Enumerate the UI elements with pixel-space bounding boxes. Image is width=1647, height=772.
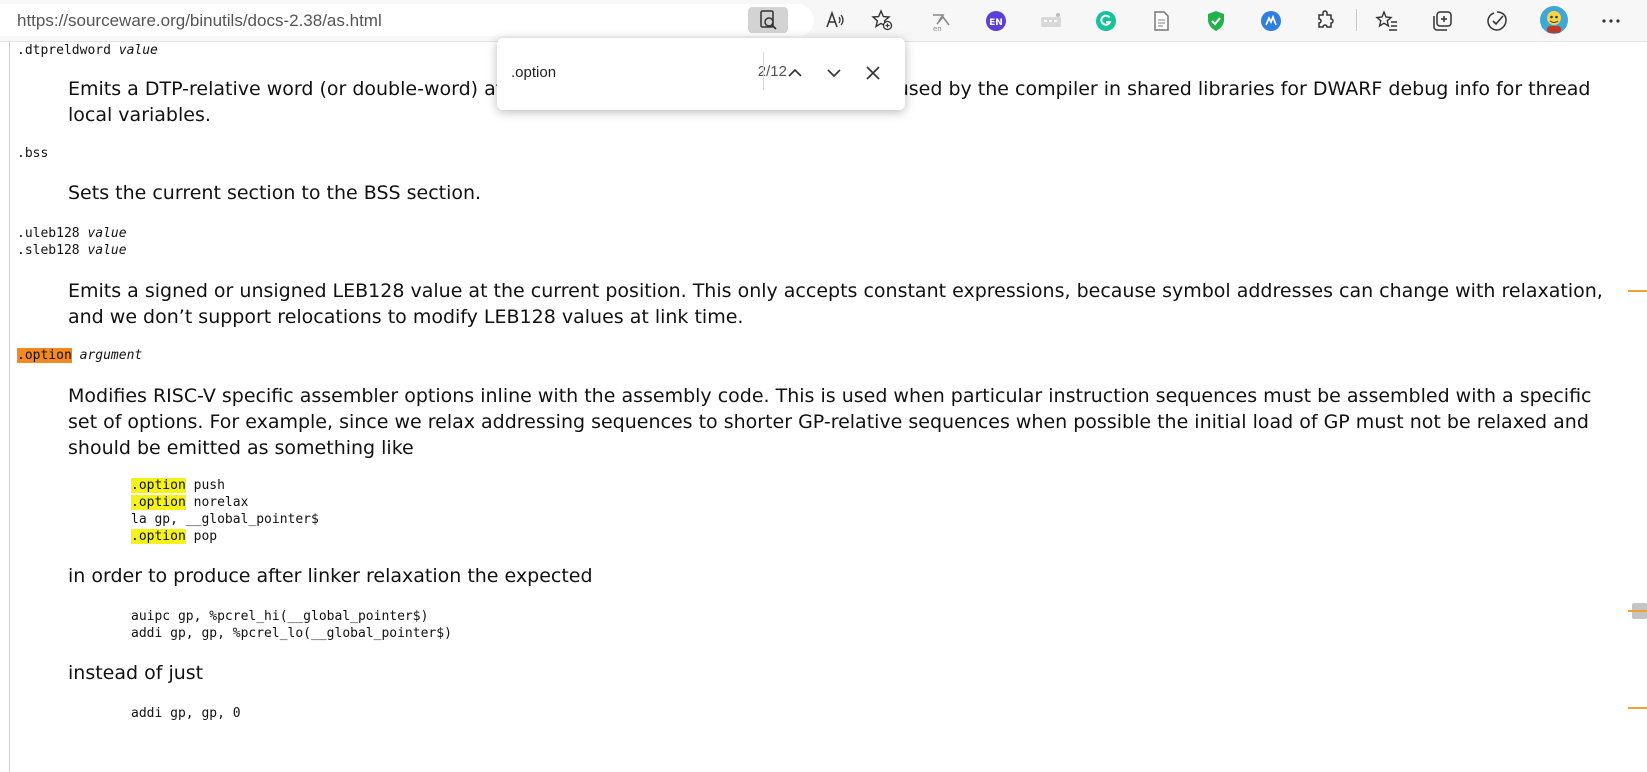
- page-icon[interactable]: [1148, 8, 1174, 34]
- directive-bss: .bss: [17, 146, 49, 161]
- browser-essentials-icon[interactable]: [1484, 8, 1510, 34]
- vertical-scrollbar[interactable]: [1620, 42, 1647, 772]
- directive-sleb128: .sleb128 value: [17, 243, 127, 258]
- directive-arg: argument: [79, 348, 143, 363]
- extensions-icon[interactable]: [1313, 8, 1339, 34]
- directive-dtpreldword: .dtpreldword value: [17, 43, 158, 58]
- code-line: .option pop: [131, 529, 218, 544]
- toolbar-divider: [1356, 9, 1357, 31]
- search-match-marker[interactable]: [1628, 290, 1647, 292]
- search-match: .option: [131, 529, 186, 544]
- directive-arg: value: [87, 243, 127, 258]
- directive-option: .option argument: [17, 348, 142, 363]
- after-relaxation-text: in order to produce after linker relaxat…: [68, 565, 593, 587]
- favorites-icon[interactable]: [1374, 8, 1400, 34]
- address-text[interactable]: https://sourceware.org/binutils/docs-2.3…: [17, 11, 382, 31]
- code-line: addi gp, gp, 0: [131, 706, 241, 721]
- code-line: .option push: [131, 478, 225, 493]
- search-match: .option: [131, 495, 186, 510]
- browser-toolbar: https://sourceware.org/binutils/docs-2.3…: [0, 0, 1647, 42]
- collections-icon[interactable]: [1429, 8, 1455, 34]
- code-line: la gp, __global_pointer$: [131, 512, 319, 527]
- close-icon: [866, 66, 880, 80]
- directive-name: .dtpreldword: [17, 43, 111, 58]
- chevron-down-icon: [827, 69, 841, 78]
- search-match-marker[interactable]: [1628, 610, 1647, 612]
- read-aloud-icon[interactable]: [815, 7, 855, 33]
- page-content: .dtpreldword value Emits a DTP-relative …: [0, 42, 1620, 772]
- search-match-marker[interactable]: [1628, 707, 1647, 709]
- more-menu-icon[interactable]: [1598, 8, 1624, 34]
- find-close-button[interactable]: [858, 58, 888, 88]
- find-on-page-icon[interactable]: [748, 7, 788, 33]
- active-search-match: .option: [17, 348, 72, 363]
- grammarly-icon[interactable]: [1093, 8, 1119, 34]
- language-badge: EN: [989, 18, 1003, 28]
- shield-extension-icon[interactable]: [1203, 8, 1229, 34]
- find-match-count: 2/12: [757, 63, 787, 80]
- directive-arg: value: [118, 43, 158, 58]
- search-match: .option: [131, 478, 186, 493]
- code-line: auipc gp, %pcrel_hi(__global_pointer$): [131, 609, 429, 624]
- directive-name: .sleb128: [17, 243, 80, 258]
- leb128-description: Emits a signed or unsigned LEB128 value …: [68, 280, 1603, 328]
- address-bar[interactable]: https://sourceware.org/binutils/docs-2.3…: [0, 4, 893, 36]
- code-line: .option norelax: [131, 495, 249, 510]
- directive-uleb128: .uleb128 value: [17, 226, 127, 241]
- find-divider: [763, 52, 764, 90]
- option-description: Modifies RISC-V specific assembler optio…: [68, 385, 1592, 459]
- directive-name: .uleb128: [17, 226, 80, 241]
- bss-description: Sets the current section to the BSS sect…: [68, 182, 482, 204]
- translate-extension-icon[interactable]: en: [928, 8, 954, 34]
- add-favorite-icon[interactable]: [862, 7, 902, 33]
- keyboard-extension-icon[interactable]: [1038, 8, 1064, 34]
- chevron-up-icon: [788, 68, 802, 77]
- find-next-button[interactable]: [819, 58, 849, 88]
- profile-avatar[interactable]: [1539, 5, 1569, 35]
- svg-text:en: en: [933, 25, 942, 33]
- instead-text: instead of just: [68, 662, 204, 684]
- find-input[interactable]: [511, 60, 741, 84]
- find-previous-button[interactable]: [780, 58, 810, 88]
- code-line: addi gp, gp, %pcrel_lo(__global_pointer$…: [131, 626, 452, 641]
- language-extension-icon[interactable]: EN: [983, 8, 1009, 34]
- find-bar: 2/12: [497, 38, 905, 110]
- cloud-extension-icon[interactable]: [1258, 8, 1284, 34]
- directive-arg: value: [87, 226, 127, 241]
